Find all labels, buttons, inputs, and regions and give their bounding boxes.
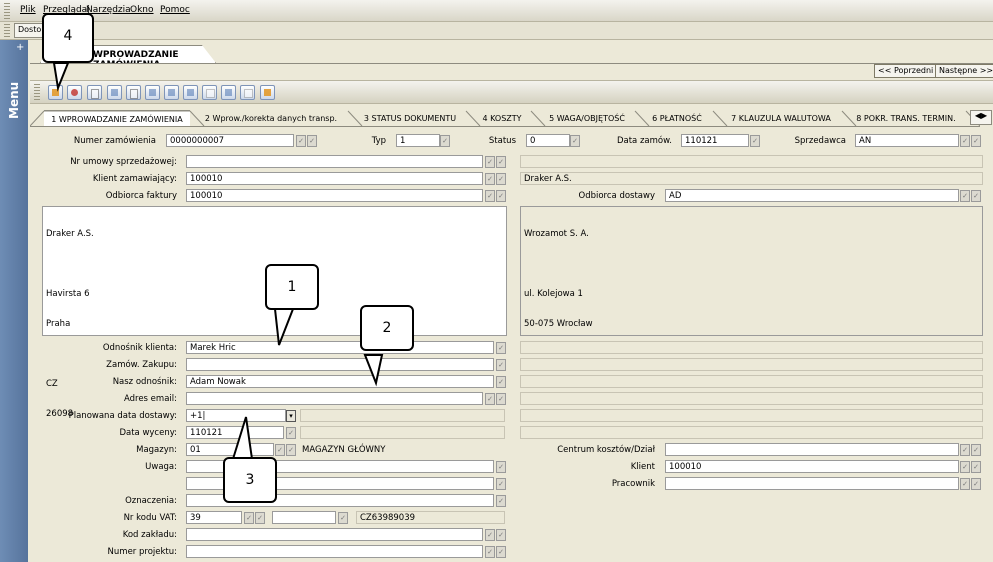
callout-3: 3 (223, 457, 277, 503)
callout-1: 1 (265, 264, 319, 310)
callout-4: 4 (42, 13, 94, 63)
callout-tails (52, 62, 384, 460)
callout-2: 2 (360, 305, 414, 351)
